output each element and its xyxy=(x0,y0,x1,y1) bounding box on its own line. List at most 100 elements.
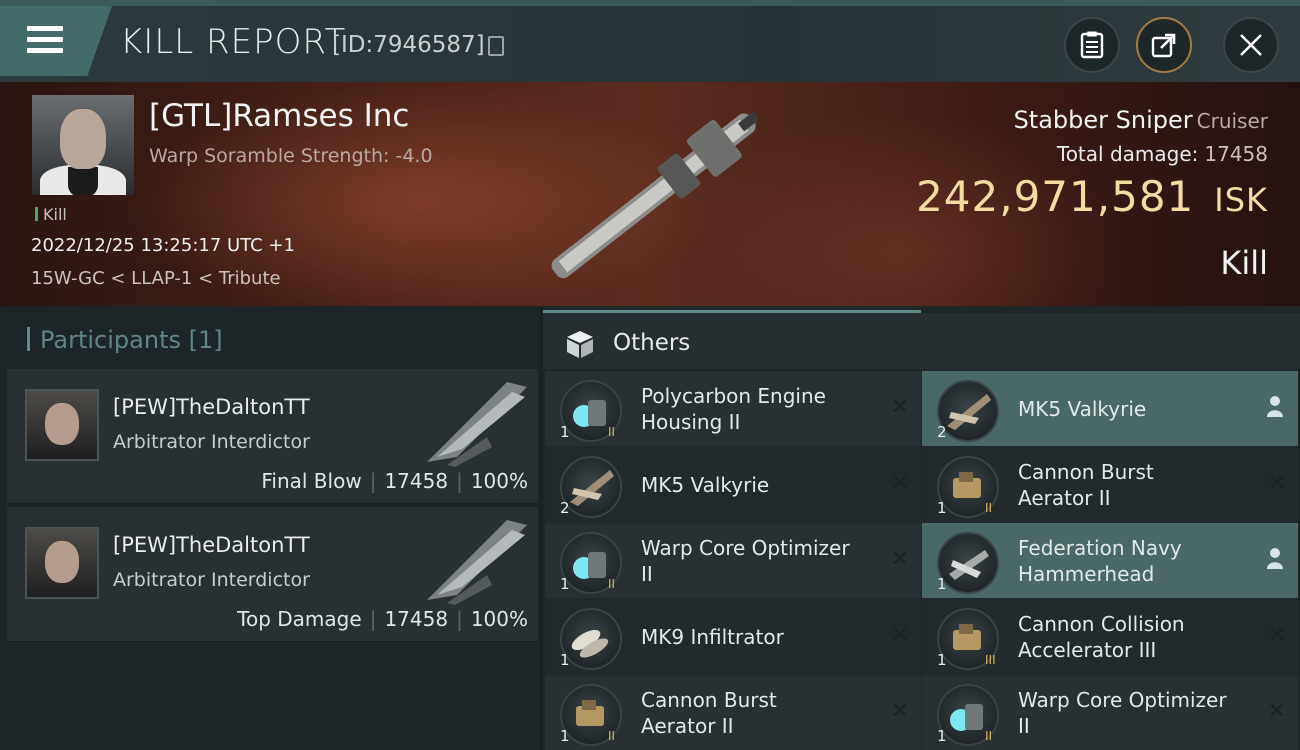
remove-icon[interactable]: ✕ xyxy=(891,623,909,648)
item-name: Cannon Burst Aerator II xyxy=(1018,459,1154,511)
kill-tag: Kill xyxy=(35,205,67,224)
item-name: Federation Navy Hammerhead xyxy=(1018,535,1182,587)
item-quantity: 1 xyxy=(937,575,947,593)
victim-portrait[interactable] xyxy=(32,95,134,195)
participant-row[interactable]: [PEW]TheDaltonTT Arbitrator Interdictor … xyxy=(7,369,538,504)
participant-ship: Arbitrator Interdictor xyxy=(113,569,310,591)
participant-name[interactable]: [PEW]TheDaltonTT xyxy=(113,533,310,557)
item-name: Warp Core Optimizer II xyxy=(1018,687,1227,739)
participant-name[interactable]: [PEW]TheDaltonTT xyxy=(113,395,310,419)
remove-icon[interactable]: ✕ xyxy=(891,471,909,496)
isk-unit: ISK xyxy=(1214,181,1268,219)
loot-item[interactable]: 1 II Warp Core Optimizer II ✕ xyxy=(922,675,1298,750)
share-button[interactable] xyxy=(1136,17,1192,73)
participant-avatar[interactable] xyxy=(25,527,99,599)
kill-id: [ID:7946587] xyxy=(332,32,485,58)
item-quantity: 1 xyxy=(560,423,570,441)
item-quantity: 1 xyxy=(560,575,570,593)
ship-class: Cruiser xyxy=(1196,109,1268,133)
participant-percent: 100% xyxy=(470,469,528,493)
others-header[interactable]: Others xyxy=(543,313,1300,369)
participant-stats: Top Damage | 17458 | 100% xyxy=(237,607,528,631)
item-name: MK5 Valkyrie xyxy=(1018,396,1146,422)
close-button[interactable] xyxy=(1223,17,1279,73)
item-name: MK9 Infiltrator xyxy=(641,624,784,650)
loot-item[interactable]: 1 MK9 Infiltrator ✕ xyxy=(545,599,921,674)
victim-name[interactable]: [GTL]Ramses Inc xyxy=(149,98,409,134)
item-name-line1: Warp Core Optimizer xyxy=(641,536,850,560)
item-meta-level: II xyxy=(608,729,616,743)
top-bar: KILL REPORT [ID:7946587] xyxy=(0,0,1300,82)
remove-icon[interactable]: ✕ xyxy=(891,547,909,572)
others-label: Others xyxy=(613,330,691,356)
item-name-line2: Housing II xyxy=(641,410,741,434)
clipboard-button[interactable] xyxy=(1064,17,1120,73)
item-name: Cannon Collision Accelerator III xyxy=(1018,611,1185,663)
item-name-line2: Aerator II xyxy=(641,714,734,738)
participant-role: Top Damage xyxy=(237,607,362,631)
page-title: KILL REPORT xyxy=(120,22,347,62)
total-damage-value: 17458 xyxy=(1204,142,1268,166)
item-meta-level: II xyxy=(985,729,993,743)
kill-tag-label: Kill xyxy=(43,205,67,224)
item-name-line2: II xyxy=(641,562,653,586)
remove-icon[interactable]: ✕ xyxy=(891,395,909,420)
participants-header[interactable]: Participants [1] xyxy=(27,326,223,354)
kill-result: Kill xyxy=(1220,244,1268,282)
remove-icon[interactable]: ✕ xyxy=(1268,623,1286,648)
loot-item[interactable]: 1 Federation Navy Hammerhead xyxy=(922,523,1298,598)
participant-role: Final Blow xyxy=(261,469,362,493)
item-meta-level: II xyxy=(608,577,616,591)
person-icon[interactable] xyxy=(1266,395,1284,417)
loot-item[interactable]: 1 II Cannon Burst Aerator II ✕ xyxy=(545,675,921,750)
item-quantity: 1 xyxy=(560,651,570,669)
item-name: Cannon Burst Aerator II xyxy=(641,687,777,739)
item-name-line2: Aerator II xyxy=(1018,486,1111,510)
total-damage: Total damage: 17458 xyxy=(1057,142,1268,166)
total-damage-label: Total damage: xyxy=(1056,142,1199,166)
menu-button[interactable] xyxy=(0,6,112,76)
item-name-line2: Hammerhead xyxy=(1018,562,1155,586)
item-quantity: 1 xyxy=(937,651,947,669)
item-name-line1: Cannon Burst xyxy=(641,688,777,712)
person-icon[interactable] xyxy=(1266,547,1284,569)
participant-row[interactable]: [PEW]TheDaltonTT Arbitrator Interdictor … xyxy=(7,507,538,642)
item-name-line1: Cannon Burst xyxy=(1018,460,1154,484)
loot-item[interactable]: 1 II Cannon Burst Aerator II ✕ xyxy=(922,447,1298,522)
copy-id-icon[interactable] xyxy=(488,36,504,56)
item-name-line1: Federation Navy xyxy=(1018,536,1182,560)
item-quantity: 1 xyxy=(937,499,947,517)
item-name-line2: II xyxy=(1018,714,1030,738)
participants-accent xyxy=(27,327,30,351)
item-name: MK5 Valkyrie xyxy=(641,472,769,498)
remove-icon[interactable]: ✕ xyxy=(1268,699,1286,724)
item-meta-level: II xyxy=(608,425,616,439)
participants-count: [1] xyxy=(188,326,223,354)
item-quantity: 2 xyxy=(937,423,947,441)
kill-location: 15W-GC < LLAP-1 < Tribute xyxy=(31,268,281,289)
loot-item[interactable]: 1 II Warp Core Optimizer II ✕ xyxy=(545,523,921,598)
remove-icon[interactable]: ✕ xyxy=(891,699,909,724)
loot-item[interactable]: 1 II Polycarbon Engine Housing II ✕ xyxy=(545,371,921,446)
remove-icon[interactable]: ✕ xyxy=(1268,471,1286,496)
ship-name: Stabber Sniper xyxy=(1013,106,1193,134)
participant-damage: 17458 xyxy=(384,607,449,631)
item-quantity: 1 xyxy=(560,727,570,745)
participant-ship: Arbitrator Interdictor xyxy=(113,431,310,453)
isk-value: 242,971,581 ISK xyxy=(916,172,1268,221)
loot-item[interactable]: 1 III Cannon Collision Accelerator III ✕ xyxy=(922,599,1298,674)
item-quantity: 1 xyxy=(937,727,947,745)
item-meta-level: III xyxy=(985,653,996,667)
loot-item[interactable]: 2 MK5 Valkyrie xyxy=(922,371,1298,446)
participant-avatar[interactable] xyxy=(25,389,99,461)
clipboard-icon xyxy=(1080,31,1104,59)
item-name-line1: Warp Core Optimizer xyxy=(1018,688,1227,712)
top-accent-line xyxy=(0,0,1300,6)
participant-damage: 17458 xyxy=(384,469,449,493)
share-icon xyxy=(1151,33,1176,58)
warp-scramble-strength: Warp Soramble Strength: -4.0 xyxy=(149,145,433,167)
participant-stats: Final Blow | 17458 | 100% xyxy=(261,469,528,493)
loot-item[interactable]: 2 MK5 Valkyrie ✕ xyxy=(545,447,921,522)
kill-datetime: 2022/12/25 13:25:17 UTC +1 xyxy=(31,235,295,256)
item-name-line2: Accelerator III xyxy=(1018,638,1157,662)
